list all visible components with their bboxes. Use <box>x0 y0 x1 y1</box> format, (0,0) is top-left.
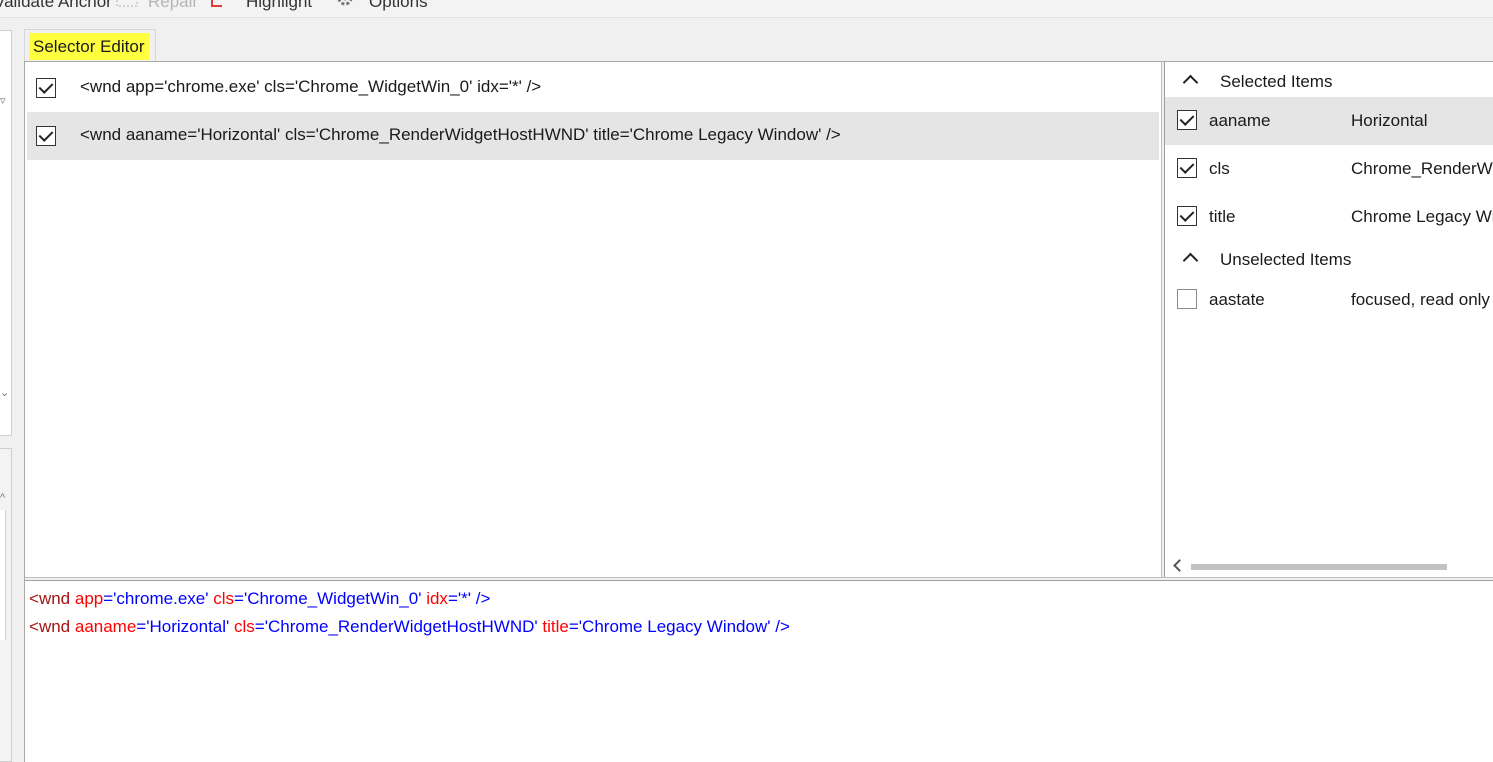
attribute-value[interactable]: Horizontal <box>1351 111 1428 131</box>
attribute-name: aastate <box>1209 290 1265 309</box>
group-title: Unselected Items <box>1220 250 1352 269</box>
attribute-name: title <box>1209 207 1236 226</box>
xml-attr-value: Chrome_RenderWidgetHostHWND <box>267 617 535 636</box>
scrollbar-thumb[interactable] <box>1191 564 1447 570</box>
validate-anchor-button[interactable]: Validate Anchor <box>0 0 112 12</box>
attribute-checkbox[interactable] <box>1177 206 1197 226</box>
xml-attr-value: Chrome_WidgetWin_0 <box>247 589 419 608</box>
attribute-value[interactable]: Chrome_RenderWidgetHostHWND <box>1351 159 1493 179</box>
selector-editor-window: Validate Anchor Repair Highlight Options… <box>0 0 1493 762</box>
xml-line: <wnd app='chrome.exe' cls='Chrome_Widget… <box>29 589 491 608</box>
xml-attr-value: Horizontal <box>149 617 227 636</box>
attribute-name: cls <box>1209 159 1230 178</box>
attribute-row-aastate[interactable]: aastate focused, read only <box>1165 276 1493 324</box>
repair-icon <box>116 0 138 8</box>
xml-attr-name: app <box>74 589 104 608</box>
chevron-left-icon[interactable] <box>1173 559 1186 572</box>
xml-tag: wnd <box>38 589 71 608</box>
chevron-up-icon[interactable] <box>1182 74 1199 91</box>
selector-node-checkbox[interactable] <box>36 78 56 98</box>
selector-editor-panel: <wnd app='chrome.exe' cls='Chrome_Widget… <box>24 61 1493 762</box>
group-title: Selected Items <box>1220 72 1333 91</box>
attributes-horizontal-scrollbar[interactable] <box>1165 556 1493 577</box>
gear-icon <box>335 0 355 8</box>
attribute-checkbox[interactable] <box>1177 289 1197 309</box>
attribute-checkbox[interactable] <box>1177 158 1197 178</box>
repair-button[interactable]: Repair <box>148 0 198 12</box>
chevron-up-icon[interactable] <box>1182 252 1199 269</box>
xml-attr-name: idx <box>426 589 448 608</box>
attribute-row-cls[interactable]: cls Chrome_RenderWidgetHostHWND <box>1165 145 1493 193</box>
options-button[interactable]: Options <box>369 0 428 12</box>
xml-tag: wnd <box>38 617 71 636</box>
attribute-name: aaname <box>1209 111 1271 130</box>
xml-attr-value: Chrome Legacy Window <box>582 617 768 636</box>
selector-node-row[interactable]: <wnd app='chrome.exe' cls='Chrome_Widget… <box>27 64 1159 112</box>
attribute-checkbox[interactable] <box>1177 110 1197 130</box>
selector-xml-editor[interactable]: <wnd app='chrome.exe' cls='Chrome_Widget… <box>25 581 1493 762</box>
selector-node-list: <wnd app='chrome.exe' cls='Chrome_Widget… <box>25 62 1161 577</box>
xml-attr-value: chrome.exe <box>116 589 206 608</box>
tab-label: Selector Editor <box>29 33 149 60</box>
attribute-row-title[interactable]: title Chrome Legacy Window <box>1165 193 1493 241</box>
selector-node-checkbox[interactable] <box>36 126 56 146</box>
left-collapsed-panel: ▿ ⌄ ^ <box>0 30 13 762</box>
attribute-row-aaname[interactable]: aaname Horizontal <box>1165 97 1493 145</box>
chevron-up-icon: ^ <box>0 492 6 504</box>
xml-attr-name: aaname <box>74 617 137 636</box>
selected-items-group[interactable]: Selected Items <box>1165 63 1493 99</box>
left-scrollbar[interactable] <box>0 510 6 640</box>
chevron-down-icon: ▿ <box>0 95 6 107</box>
chevron-down-icon: ⌄ <box>0 387 10 399</box>
attribute-value[interactable]: Chrome Legacy Window <box>1351 207 1493 227</box>
selector-node-row[interactable]: <wnd aaname='Horizontal' cls='Chrome_Ren… <box>27 112 1159 160</box>
xml-attr-name: cls <box>213 589 235 608</box>
xml-attr-value: * <box>461 589 468 608</box>
left-panel-top <box>0 30 12 436</box>
selector-node-text: <wnd aaname='Horizontal' cls='Chrome_Ren… <box>80 125 841 144</box>
attribute-value[interactable]: focused, read only <box>1351 290 1490 310</box>
unselected-items-group[interactable]: Unselected Items <box>1165 241 1493 277</box>
selector-node-text: <wnd app='chrome.exe' cls='Chrome_Widget… <box>80 77 542 96</box>
xml-attr-name: title <box>542 617 569 636</box>
tab-selector-editor[interactable]: Selector Editor <box>24 29 156 62</box>
xml-line: <wnd aaname='Horizontal' cls='Chrome_Ren… <box>29 617 790 636</box>
toolbar: Validate Anchor Repair Highlight Options <box>0 0 1493 18</box>
attributes-panel: Selected Items aaname Horizontal cls Chr… <box>1165 62 1493 577</box>
xml-attr-name: cls <box>234 617 255 636</box>
highlight-button[interactable]: Highlight <box>246 0 312 12</box>
highlight-icon <box>210 0 224 8</box>
